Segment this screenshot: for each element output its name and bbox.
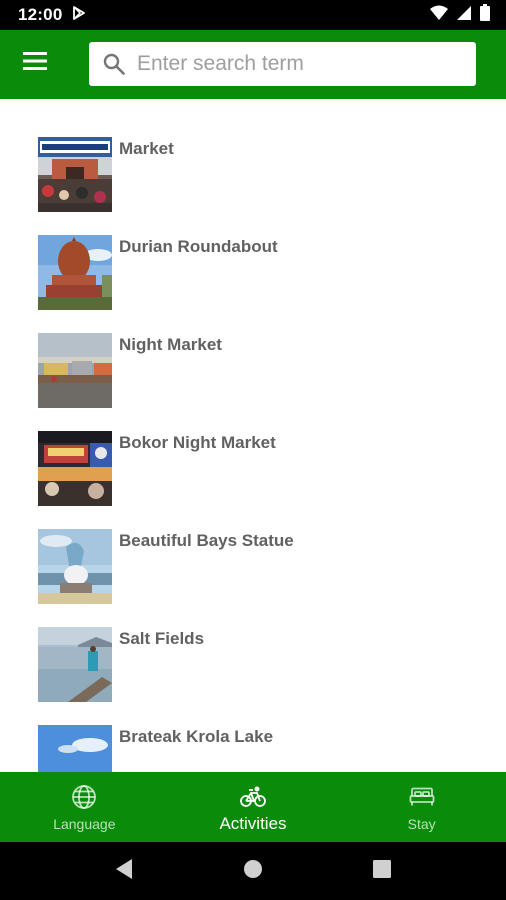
list-item[interactable]: Bokor Night Market xyxy=(38,431,478,506)
item-title: Brateak Krola Lake xyxy=(119,727,274,746)
system-navigation-bar xyxy=(0,842,506,900)
status-time: 12:00 xyxy=(18,5,63,24)
bottom-navigation: Language Activities Stay xyxy=(0,772,506,842)
list-item[interactable]: Market xyxy=(38,137,478,212)
night-market-photo xyxy=(38,333,112,408)
search-icon xyxy=(91,42,137,86)
search-box[interactable] xyxy=(89,42,476,86)
beautiful-bays-statue-photo xyxy=(38,529,112,604)
item-title: Salt Fields xyxy=(119,629,205,648)
recents-icon[interactable] xyxy=(372,859,392,884)
salt-fields-photo xyxy=(38,627,112,702)
globe-icon xyxy=(71,784,97,810)
list-item[interactable]: Night Market xyxy=(38,333,478,408)
item-title: Beautiful Bays Statue xyxy=(119,531,294,550)
nav-activities[interactable]: Activities xyxy=(169,772,338,842)
nav-language[interactable]: Language xyxy=(0,772,169,842)
nav-label: Language xyxy=(53,816,116,832)
status-bar: 12:00 xyxy=(0,0,506,30)
hamburger-menu-icon xyxy=(23,51,47,76)
back-icon[interactable] xyxy=(114,858,134,885)
item-title: Durian Roundabout xyxy=(119,237,278,256)
status-right xyxy=(430,4,490,26)
play-store-icon xyxy=(72,5,86,25)
market-photo xyxy=(38,137,112,212)
item-title: Night Market xyxy=(119,335,222,354)
wifi-icon xyxy=(430,5,448,26)
search-input[interactable] xyxy=(137,44,476,84)
durian-roundabout-photo xyxy=(38,235,112,310)
brateak-krola-lake-photo xyxy=(38,725,112,772)
home-icon[interactable] xyxy=(243,859,263,884)
menu-button[interactable] xyxy=(14,42,56,84)
nav-label: Activities xyxy=(219,814,287,833)
bed-icon xyxy=(409,784,435,810)
nav-label: Stay xyxy=(407,816,436,832)
list-item[interactable]: Brateak Krola Lake xyxy=(38,725,478,772)
list-item[interactable]: Beautiful Bays Statue xyxy=(38,529,478,604)
places-list[interactable]: Market Durian Roundabout Night Market Bo… xyxy=(0,99,506,772)
list-item[interactable]: Durian Roundabout xyxy=(38,235,478,310)
status-left: 12:00 xyxy=(18,5,86,25)
app-bar xyxy=(0,30,506,99)
bicycle-icon xyxy=(240,784,266,810)
battery-icon xyxy=(480,4,490,26)
list-item[interactable]: Salt Fields xyxy=(38,627,478,702)
cell-signal-icon xyxy=(456,5,472,26)
nav-stay[interactable]: Stay xyxy=(337,772,506,842)
item-title: Bokor Night Market xyxy=(119,433,276,452)
item-title: Market xyxy=(119,139,174,158)
bokor-night-market-photo xyxy=(38,431,112,506)
